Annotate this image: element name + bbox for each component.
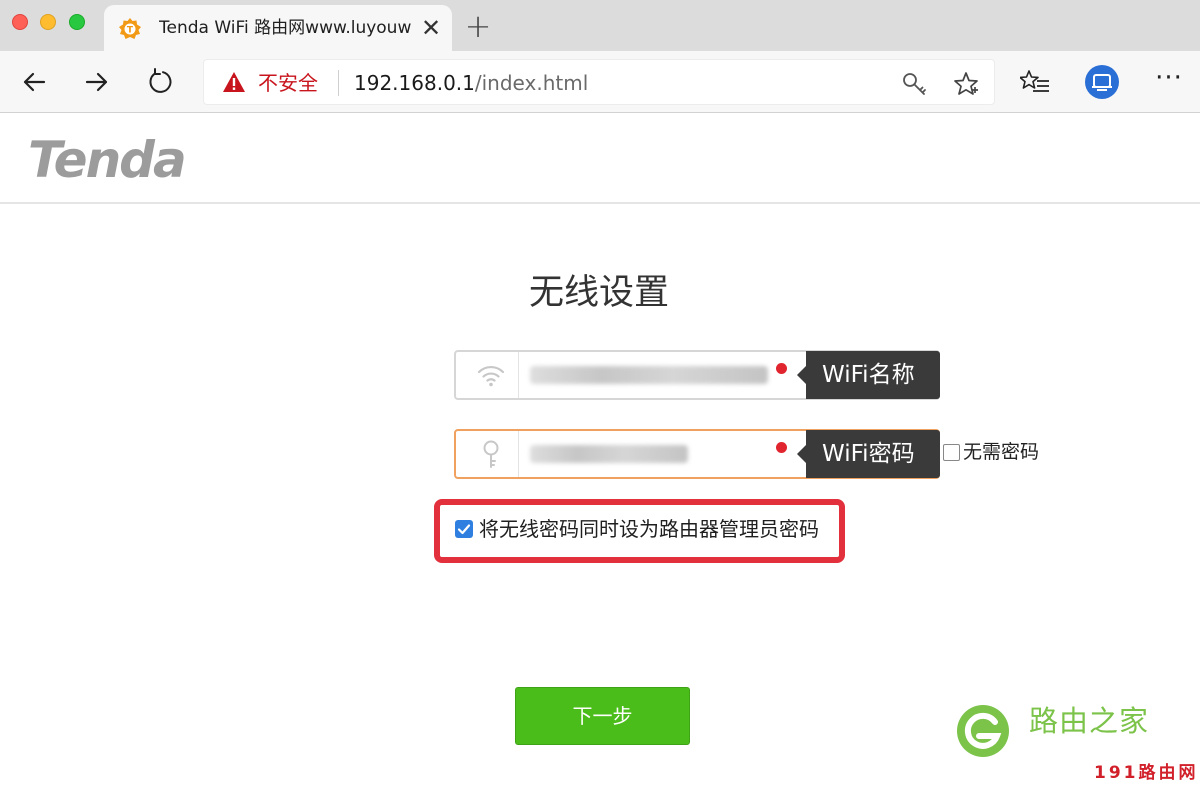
minimize-window-button[interactable] <box>40 14 56 30</box>
wifi-password-label: WiFi密码 <box>797 430 940 478</box>
tab-close-button[interactable]: ✕ <box>418 13 444 43</box>
page-title: 无线设置 <box>529 273 670 313</box>
browser-tab-bar: T Tenda WiFi 路由网www.luyouw ✕ + <box>0 0 1200 51</box>
browser-toolbar: 不安全 192.168.0.1/index.html ··· <box>0 51 1200 113</box>
page-header: Tenda <box>0 114 1200 204</box>
arrow-right-icon <box>85 72 108 92</box>
wifi-name-field[interactable]: WiFi名称 <box>454 350 940 400</box>
field-divider <box>518 431 519 477</box>
tenda-logo: Tenda <box>28 131 187 189</box>
close-window-button[interactable] <box>12 14 28 30</box>
wifi-password-field[interactable]: WiFi密码 <box>454 429 940 479</box>
wifi-name-label: WiFi名称 <box>797 351 940 399</box>
url-host: 192.168.0.1 <box>354 71 475 95</box>
forward-button[interactable] <box>79 64 115 100</box>
profile-avatar-icon[interactable] <box>1084 64 1120 100</box>
tab-title: Tenda WiFi 路由网www.luyouw <box>159 18 412 38</box>
required-indicator <box>776 442 787 453</box>
required-indicator <box>776 363 787 374</box>
watermark-brand: 路由之家 <box>1029 704 1150 738</box>
key-icon[interactable] <box>900 70 928 98</box>
watermark-logo-icon <box>957 705 1009 757</box>
address-divider <box>338 70 339 96</box>
field-divider <box>518 352 519 398</box>
new-tab-button[interactable]: + <box>462 9 494 43</box>
no-password-label: 无需密码 <box>963 441 1040 463</box>
tenda-favicon-icon: T <box>119 18 141 39</box>
checkmark-icon <box>457 524 471 535</box>
warning-icon <box>223 72 245 92</box>
security-status[interactable]: 不安全 <box>258 70 318 96</box>
url-text[interactable]: 192.168.0.1/index.html <box>354 70 588 96</box>
key-icon <box>483 440 499 468</box>
next-step-button[interactable]: 下一步 <box>515 687 690 745</box>
back-button[interactable] <box>16 64 52 100</box>
wifi-name-input[interactable] <box>528 358 772 392</box>
favorites-list-icon[interactable] <box>1020 68 1050 98</box>
maximize-window-button[interactable] <box>69 14 85 30</box>
svg-text:T: T <box>127 26 134 36</box>
no-password-option[interactable]: 无需密码 <box>943 441 1039 463</box>
browser-tab-active[interactable]: T Tenda WiFi 路由网www.luyouw ✕ <box>104 5 452 51</box>
reload-icon <box>149 68 172 93</box>
arrow-left-icon <box>23 72 46 92</box>
favorite-star-icon[interactable] <box>952 70 980 98</box>
no-password-checkbox[interactable] <box>943 443 960 461</box>
sync-admin-label[interactable]: 将无线密码同时设为路由器管理员密码 <box>479 516 819 542</box>
sync-admin-checkbox[interactable] <box>455 520 473 538</box>
address-bar[interactable]: 不安全 192.168.0.1/index.html <box>203 59 995 105</box>
wifi-icon <box>477 365 505 387</box>
url-path: /index.html <box>474 71 589 95</box>
more-menu-icon[interactable]: ··· <box>1152 65 1186 97</box>
reload-button[interactable] <box>143 64 179 100</box>
wifi-password-input[interactable] <box>528 437 772 471</box>
watermark-site: 191路由网 <box>1094 763 1199 783</box>
